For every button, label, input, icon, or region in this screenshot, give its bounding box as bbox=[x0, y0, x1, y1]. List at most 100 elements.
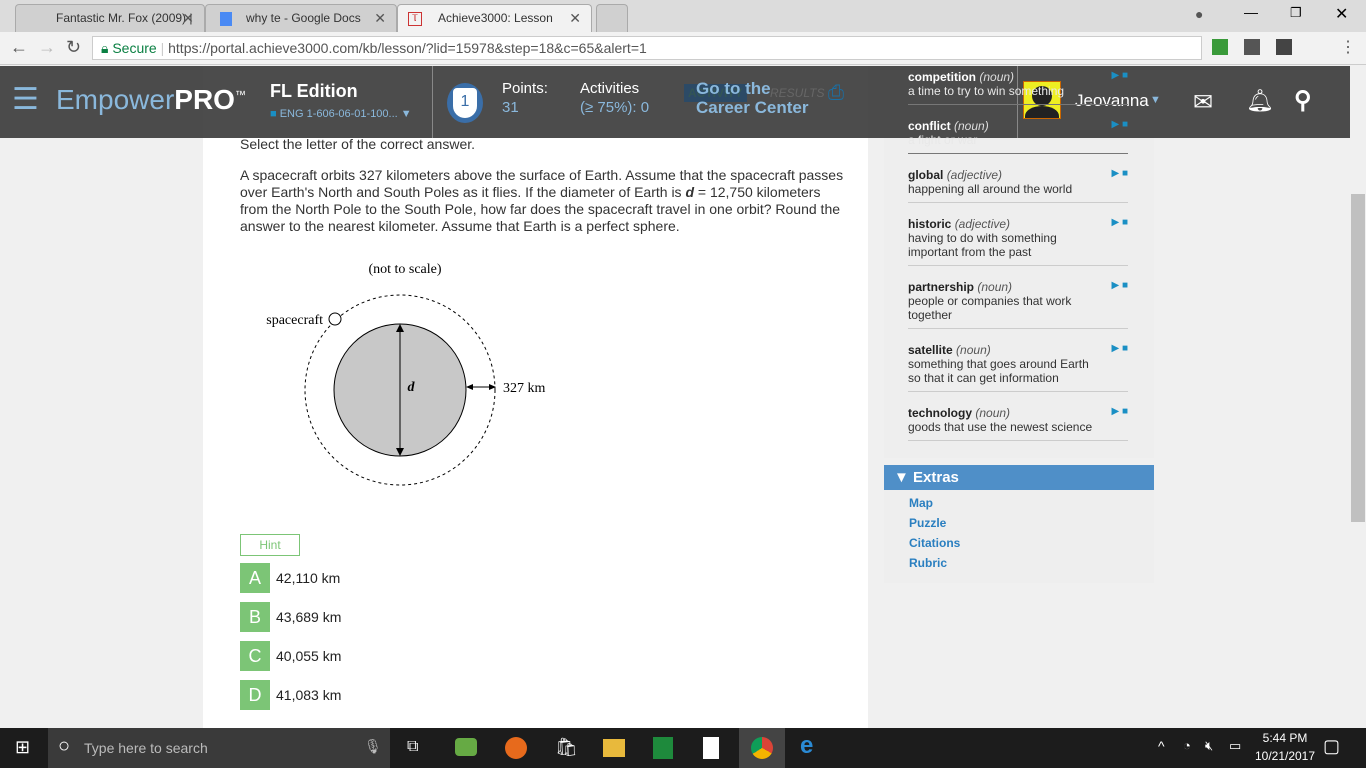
restore-button[interactable]: ❐ bbox=[1290, 5, 1302, 21]
tab-title: why te - Google Docs bbox=[246, 11, 361, 25]
search-placeholder: Type here to search bbox=[84, 740, 208, 756]
vocab-item: competition (noun) a time to try to win s… bbox=[908, 70, 1128, 105]
vocab-item: partnership (noun) people or companies th… bbox=[908, 280, 1128, 329]
extras-link-citations[interactable]: Citations bbox=[909, 536, 1154, 550]
points-label: Points: bbox=[502, 80, 548, 97]
choice-text: 42,110 km bbox=[276, 570, 341, 586]
hamburger-menu-icon[interactable]: ☰ bbox=[12, 82, 39, 117]
top-nav: ☰ EmpowerPRO™ FL Edition ■ ENG 1-606-06-… bbox=[0, 66, 1350, 138]
hint-button[interactable]: Hint bbox=[240, 534, 300, 556]
docs-icon bbox=[220, 12, 232, 26]
windows-start-icon[interactable]: ⊞ bbox=[15, 737, 30, 758]
app-icon[interactable] bbox=[455, 738, 477, 756]
choice-d[interactable]: D 41,083 km bbox=[240, 680, 341, 710]
instruction: Select the letter of the correct answer. bbox=[240, 136, 476, 152]
edge-icon[interactable]: e bbox=[800, 732, 813, 760]
vocab-word: partnership bbox=[908, 280, 975, 294]
new-tab-button[interactable] bbox=[596, 4, 628, 32]
mail-icon[interactable]: ✉ bbox=[1193, 88, 1213, 117]
tab-google-docs[interactable]: why te - Google Docs ✕ bbox=[205, 4, 397, 32]
store-icon[interactable]: 🛍︎ bbox=[555, 737, 578, 758]
play-audio-icon[interactable]: ▶ ■ bbox=[1111, 70, 1128, 81]
clock-time[interactable]: 5:44 PM bbox=[1258, 731, 1312, 745]
extras-link-rubric[interactable]: Rubric bbox=[909, 556, 1154, 570]
question-text: A spacecraft orbits 327 kilometers above… bbox=[240, 167, 850, 235]
tab-fantastic-mr-fox[interactable]: Fantastic Mr. Fox (2009) | ✕ bbox=[15, 4, 205, 32]
vocab-def: happening all around the world bbox=[908, 182, 1073, 196]
reload-icon[interactable]: ↻ bbox=[66, 37, 81, 58]
secure-label: Secure bbox=[112, 40, 157, 56]
vocab-def: goods that use the newest science bbox=[908, 420, 1093, 434]
sheets-icon[interactable] bbox=[653, 737, 673, 759]
play-audio-icon[interactable]: ▶ ■ bbox=[1111, 217, 1128, 228]
logo-tm: ™ bbox=[234, 89, 246, 102]
choice-letter: A bbox=[240, 563, 270, 593]
forward-icon[interactable]: → bbox=[38, 37, 56, 58]
vocab-item: technology (noun) goods that use the newe… bbox=[908, 406, 1128, 441]
vocab-def: having to do with something important fr… bbox=[908, 231, 1057, 259]
play-audio-icon[interactable]: ▶ ■ bbox=[1111, 343, 1128, 354]
profile-icon[interactable]: ● bbox=[1195, 6, 1203, 22]
volume-muted-icon[interactable]: 🔇︎ bbox=[1205, 738, 1213, 754]
search-icon[interactable]: ⚲ bbox=[1294, 86, 1312, 115]
vocab-word: satellite bbox=[908, 343, 953, 357]
page: Select the letter of the correct answer.… bbox=[0, 66, 1350, 728]
choice-a[interactable]: A 42,110 km bbox=[240, 563, 340, 593]
logo-light: Empower bbox=[56, 84, 175, 115]
taskbar: ⊞ ○ Type here to search 🎙︎ ⧉ 🛍︎ e ^ ◔ 🔇︎ ▭… bbox=[0, 728, 1366, 768]
document-icon[interactable] bbox=[703, 737, 719, 759]
play-audio-icon[interactable]: ▶ ■ bbox=[1111, 119, 1128, 130]
url-input[interactable]: 🔒︎ Secure | https://portal.achieve3000.c… bbox=[92, 36, 1202, 60]
extension-icon[interactable] bbox=[1212, 39, 1228, 55]
battery-icon[interactable]: ▭ bbox=[1229, 738, 1241, 754]
choice-b[interactable]: B 43,689 km bbox=[240, 602, 341, 632]
minimize-button[interactable]: — bbox=[1244, 4, 1258, 20]
extras-link-puzzle[interactable]: Puzzle bbox=[909, 516, 1154, 530]
course-selector[interactable]: ■ ENG 1-606-06-01-100... ▼ bbox=[270, 108, 412, 120]
edition-label: FL Edition bbox=[270, 81, 358, 101]
extras-header[interactable]: ▼ Extras bbox=[884, 465, 1154, 490]
close-icon[interactable]: ✕ bbox=[374, 10, 386, 27]
user-dropdown-icon[interactable]: ▼ bbox=[1150, 94, 1161, 106]
close-icon[interactable]: ✕ bbox=[182, 10, 194, 27]
close-icon[interactable]: ✕ bbox=[569, 10, 581, 27]
extension-icon[interactable] bbox=[1276, 39, 1292, 55]
scrollbar[interactable] bbox=[1350, 66, 1366, 728]
firefox-icon[interactable] bbox=[505, 737, 527, 759]
play-audio-icon[interactable]: ▶ ■ bbox=[1111, 168, 1128, 179]
choice-letter: C bbox=[240, 641, 270, 671]
wifi-icon[interactable]: ◔ bbox=[1183, 738, 1191, 753]
menu-icon[interactable]: ⋮ bbox=[1340, 37, 1356, 57]
choice-text: 43,689 km bbox=[276, 609, 342, 625]
divider bbox=[432, 66, 433, 138]
vocab-word: historic bbox=[908, 217, 952, 231]
extension-icon[interactable] bbox=[1244, 39, 1260, 55]
tab-achieve3000[interactable]: Ⲧ Achieve3000: Lesson ✕ bbox=[397, 4, 592, 32]
vocab-pos: (noun) bbox=[956, 343, 991, 357]
scrollbar-thumb[interactable] bbox=[1351, 194, 1365, 522]
vocab-pos: (noun) bbox=[954, 119, 989, 133]
close-window-button[interactable]: ✕ bbox=[1335, 4, 1348, 24]
extras-link-map[interactable]: Map bbox=[909, 496, 1154, 510]
play-audio-icon[interactable]: ▶ ■ bbox=[1111, 406, 1128, 417]
mic-icon[interactable]: 🎙︎ bbox=[364, 738, 382, 755]
file-explorer-icon[interactable] bbox=[603, 739, 625, 757]
taskbar-search[interactable]: ○ Type here to search 🎙︎ bbox=[48, 728, 390, 768]
back-icon[interactable]: ← bbox=[10, 37, 28, 58]
extras-title: Extras bbox=[913, 469, 959, 486]
action-center-icon[interactable]: ▢ bbox=[1323, 736, 1340, 757]
empower-pro-logo: EmpowerPRO™ bbox=[56, 84, 246, 116]
task-view-icon[interactable]: ⧉ bbox=[407, 738, 418, 756]
choice-letter: B bbox=[240, 602, 270, 632]
altitude-label: 327 km bbox=[503, 381, 546, 396]
print-icon[interactable]: ⎙ bbox=[828, 82, 844, 105]
choice-c[interactable]: C 40,055 km bbox=[240, 641, 341, 671]
show-hidden-icons[interactable]: ^ bbox=[1158, 738, 1165, 754]
career-center-link[interactable]: Go to the Career Center bbox=[696, 79, 808, 117]
chrome-taskbar-button[interactable] bbox=[739, 728, 785, 768]
play-audio-icon[interactable]: ▶ ■ bbox=[1111, 280, 1128, 291]
level-shield-icon: 1 bbox=[447, 83, 483, 123]
clock-date[interactable]: 10/21/2017 bbox=[1250, 749, 1320, 763]
vocab-item: historic (adjective) having to do with so… bbox=[908, 217, 1128, 266]
notification-icon[interactable]: 🔔︎ bbox=[1246, 88, 1274, 114]
